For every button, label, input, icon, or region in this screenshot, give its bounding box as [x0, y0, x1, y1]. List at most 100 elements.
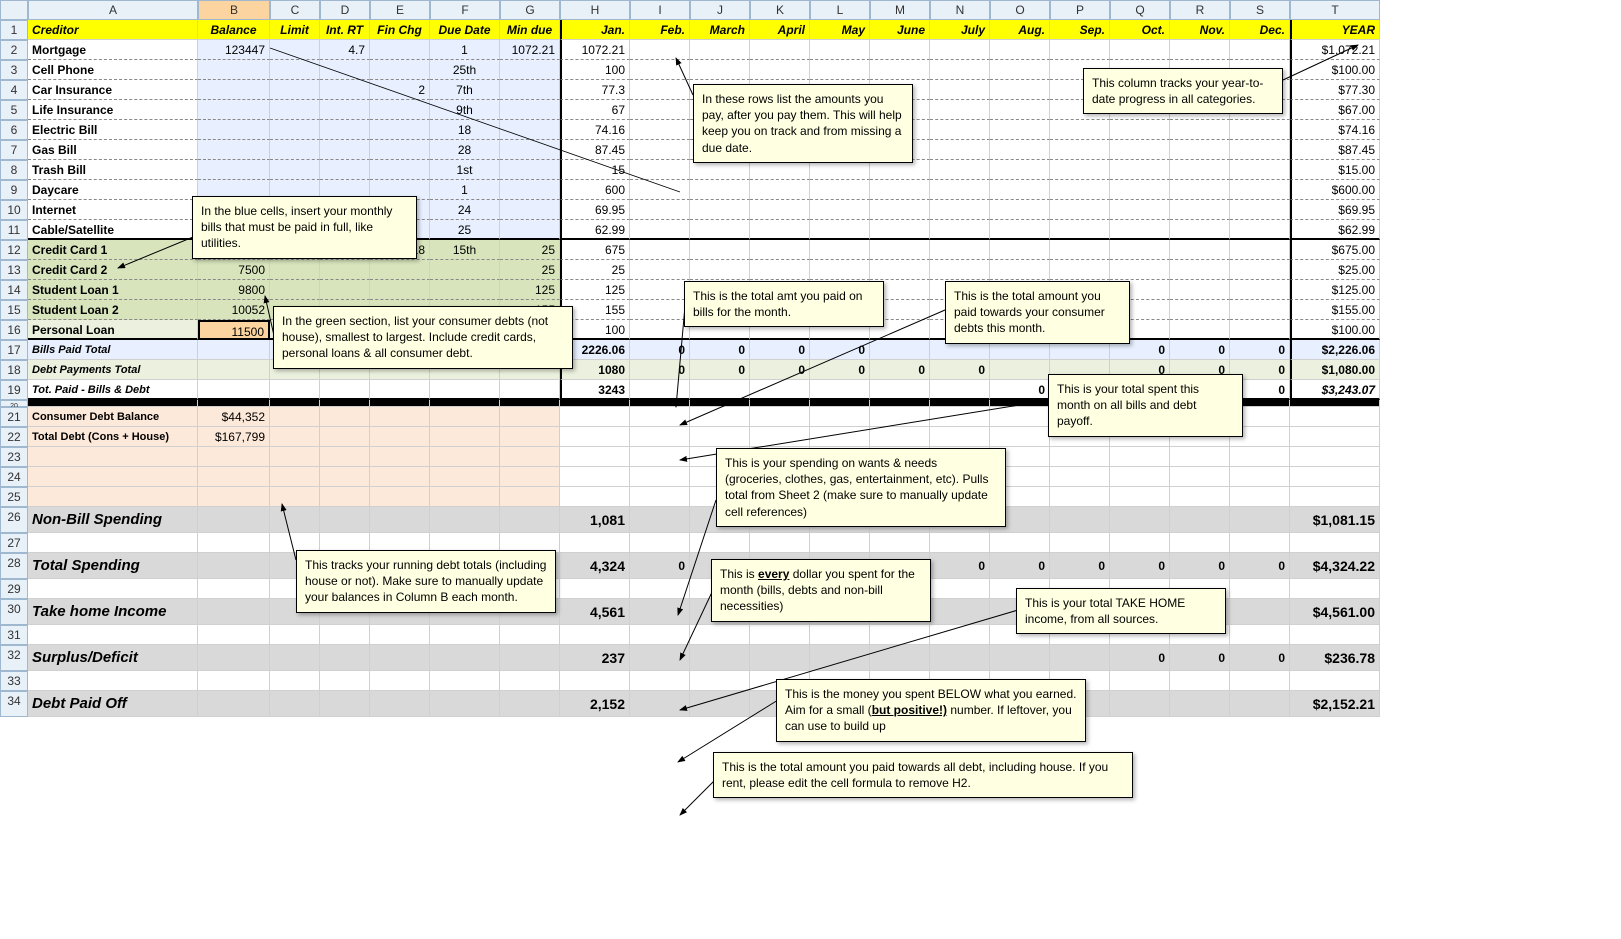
month-cell[interactable] [750, 200, 810, 220]
mindue-cell[interactable]: 1072.21 [500, 40, 560, 60]
month-cell[interactable] [630, 180, 690, 200]
mindue-cell[interactable] [500, 60, 560, 80]
intrt-cell[interactable] [320, 60, 370, 80]
month-cell[interactable] [990, 140, 1050, 160]
month-val[interactable] [630, 507, 690, 533]
header-cell[interactable]: Balance [198, 20, 270, 40]
month-val[interactable] [990, 645, 1050, 671]
due-cell[interactable]: 9th [430, 100, 500, 120]
finchg-cell[interactable] [370, 160, 430, 180]
row-header[interactable]: 31 [0, 625, 28, 645]
month-cell[interactable] [630, 200, 690, 220]
month-cell[interactable] [930, 220, 990, 240]
month-total[interactable]: 0 [630, 360, 690, 380]
month-cell[interactable] [1110, 240, 1170, 260]
month-cell[interactable] [990, 200, 1050, 220]
month-cell[interactable] [630, 280, 690, 300]
due-cell[interactable]: 1st [430, 160, 500, 180]
limit-cell[interactable] [270, 100, 320, 120]
month-cell[interactable] [630, 120, 690, 140]
month-cell[interactable] [750, 240, 810, 260]
month-cell[interactable] [990, 40, 1050, 60]
row-header[interactable]: 1 [0, 20, 28, 40]
month-val[interactable] [750, 645, 810, 671]
month-cell[interactable] [1230, 320, 1290, 340]
month-val[interactable] [1110, 507, 1170, 533]
month-cell[interactable] [1050, 200, 1110, 220]
month-cell[interactable] [810, 40, 870, 60]
due-cell[interactable] [430, 280, 500, 300]
year-total[interactable]: $2,226.06 [1290, 340, 1380, 360]
month-cell[interactable] [930, 240, 990, 260]
month-cell[interactable] [930, 80, 990, 100]
balance-cell[interactable]: 11500 [198, 320, 270, 340]
row-header[interactable]: 20 [0, 400, 28, 407]
creditor-name[interactable]: Trash Bill [28, 160, 198, 180]
header-cell[interactable]: Int. RT [320, 20, 370, 40]
debt-value[interactable]: $167,799 [198, 427, 270, 447]
month-cell[interactable] [690, 180, 750, 200]
month-cell[interactable]: 100 [560, 60, 630, 80]
month-total[interactable] [870, 340, 930, 360]
month-cell[interactable] [1170, 300, 1230, 320]
mindue-cell[interactable] [500, 140, 560, 160]
header-cell[interactable]: Fin Chg [370, 20, 430, 40]
month-cell[interactable] [1170, 320, 1230, 340]
month-val[interactable] [630, 691, 690, 717]
month-cell[interactable] [690, 200, 750, 220]
col-header[interactable]: E [370, 0, 430, 20]
month-cell[interactable] [750, 40, 810, 60]
intrt-cell[interactable]: 4.7 [320, 40, 370, 60]
month-cell[interactable] [810, 200, 870, 220]
month-cell[interactable] [1050, 260, 1110, 280]
mindue-cell[interactable] [500, 200, 560, 220]
row-header[interactable]: 22 [0, 427, 28, 447]
month-cell[interactable] [930, 200, 990, 220]
month-val[interactable]: 0 [1050, 553, 1110, 579]
mindue-cell[interactable] [500, 80, 560, 100]
year-cell[interactable]: $155.00 [1290, 300, 1380, 320]
month-cell[interactable] [1230, 120, 1290, 140]
month-val[interactable]: 0 [1170, 553, 1230, 579]
month-cell[interactable] [1170, 200, 1230, 220]
creditor-name[interactable]: Life Insurance [28, 100, 198, 120]
finchg-cell[interactable]: 2 [370, 80, 430, 100]
month-cell[interactable]: 675 [560, 240, 630, 260]
month-val[interactable]: 0 [1110, 645, 1170, 671]
month-cell[interactable] [1170, 240, 1230, 260]
month-cell[interactable] [930, 160, 990, 180]
row-header[interactable]: 23 [0, 447, 28, 467]
month-cell[interactable] [690, 40, 750, 60]
year-cell[interactable]: $100.00 [1290, 60, 1380, 80]
year-cell[interactable]: $69.95 [1290, 200, 1380, 220]
row-header[interactable]: 11 [0, 220, 28, 240]
month-cell[interactable] [990, 240, 1050, 260]
month-cell[interactable]: 600 [560, 180, 630, 200]
month-val[interactable] [930, 599, 990, 625]
intrt-cell[interactable] [320, 280, 370, 300]
row-header[interactable]: 5 [0, 100, 28, 120]
month-val[interactable]: 2,152 [560, 691, 630, 717]
month-val[interactable] [930, 645, 990, 671]
row-header[interactable]: 34 [0, 691, 28, 717]
year-val[interactable]: $236.78 [1290, 645, 1380, 671]
month-cell[interactable] [870, 200, 930, 220]
header-cell[interactable]: Limit [270, 20, 320, 40]
limit-cell[interactable] [270, 80, 320, 100]
month-cell[interactable] [630, 160, 690, 180]
balance-cell[interactable]: 10052 [198, 300, 270, 320]
month-cell[interactable] [1050, 240, 1110, 260]
row-header[interactable]: 13 [0, 260, 28, 280]
finchg-cell[interactable] [370, 120, 430, 140]
month-cell[interactable] [870, 160, 930, 180]
due-cell[interactable]: 25 [430, 220, 500, 240]
creditor-name[interactable]: Personal Loan [28, 320, 198, 340]
mindue-cell[interactable]: 25 [500, 260, 560, 280]
month-cell[interactable] [810, 60, 870, 80]
row-header[interactable]: 4 [0, 80, 28, 100]
col-header[interactable]: D [320, 0, 370, 20]
month-total[interactable] [750, 380, 810, 400]
col-header[interactable]: I [630, 0, 690, 20]
month-cell[interactable]: 77.3 [560, 80, 630, 100]
row-header[interactable]: 9 [0, 180, 28, 200]
